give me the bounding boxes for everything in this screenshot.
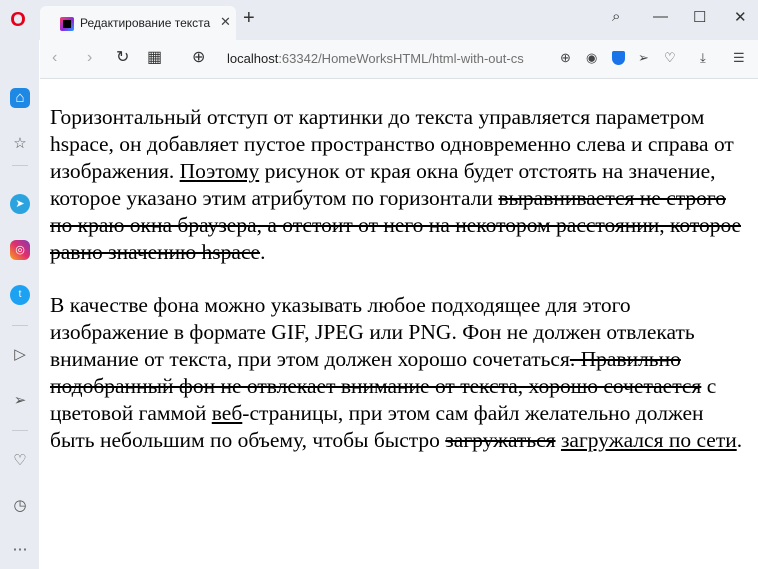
- downloads-icon[interactable]: ⤓: [700, 50, 706, 66]
- p1-text-3: .: [260, 240, 266, 264]
- my-flow-icon[interactable]: ➢: [10, 391, 30, 411]
- new-tab-button[interactable]: +: [243, 8, 255, 28]
- p2-text-5: .: [736, 428, 743, 452]
- sidebar-divider: [12, 325, 28, 326]
- p2-underlined-2: загружался по сети: [560, 428, 737, 452]
- url-host: localhost: [227, 51, 279, 66]
- p1-underlined-1: Поэтому: [179, 159, 260, 183]
- sidebar-divider: [12, 165, 28, 166]
- pinboard-heart-icon[interactable]: ♡: [10, 451, 30, 471]
- zoom-icon[interactable]: ⊕: [560, 50, 571, 66]
- tab-strip: O Редактирование текста ✕ + ⌕ — ☐ ✕: [0, 0, 758, 40]
- forward-icon[interactable]: ›: [87, 49, 92, 67]
- back-icon[interactable]: ‹: [52, 49, 57, 67]
- p2-strikethrough-2: загружаться: [445, 428, 556, 452]
- bookmarks-icon[interactable]: ☆: [10, 134, 30, 154]
- paragraph-1: Горизонтальный отступ от картинки до тек…: [50, 104, 750, 266]
- vpn-shield-icon[interactable]: [612, 51, 625, 65]
- player-icon[interactable]: ▷: [10, 345, 30, 365]
- page-content: Горизонтальный отступ от картинки до тек…: [50, 104, 750, 480]
- p2-underlined-1: веб: [211, 401, 243, 425]
- telegram-icon[interactable]: ➤: [10, 194, 30, 214]
- url-path: :63342/HomeWorksHTML/html-with-out-cs: [278, 51, 524, 66]
- history-icon[interactable]: ◷: [10, 496, 30, 516]
- sidebar: ⌂ ☆ ➤ ◎ t ▷ ➢ ♡ ◷ ⋯: [0, 40, 39, 569]
- favicon-icon: [60, 17, 74, 31]
- tab-close-icon[interactable]: ✕: [220, 14, 231, 30]
- url-field[interactable]: localhost:63342/HomeWorksHTML/html-with-…: [227, 51, 551, 66]
- browser-tab[interactable]: Редактирование текста ✕: [40, 6, 236, 40]
- maximize-icon[interactable]: ☐: [693, 8, 706, 26]
- address-bar: ‹ › ↻ ▦ ⊕ localhost:63342/HomeWorksHTML/…: [40, 40, 758, 79]
- reload-icon[interactable]: ↻: [116, 49, 129, 67]
- tab-title: Редактирование текста: [80, 16, 211, 30]
- favorites-heart-icon[interactable]: ♡: [664, 50, 676, 66]
- more-icon[interactable]: ⋯: [10, 540, 30, 560]
- speed-dial-icon[interactable]: ▦: [147, 49, 162, 67]
- close-window-icon[interactable]: ✕: [734, 8, 747, 26]
- home-icon[interactable]: ⌂: [10, 88, 30, 108]
- minimize-icon[interactable]: —: [653, 8, 668, 25]
- opera-menu-icon[interactable]: O: [8, 10, 28, 30]
- easy-setup-icon[interactable]: ☰: [733, 50, 745, 66]
- sidebar-divider: [12, 430, 28, 431]
- instagram-icon[interactable]: ◎: [10, 240, 30, 260]
- globe-icon: ⊕: [192, 49, 206, 66]
- send-icon[interactable]: ➢: [638, 50, 649, 66]
- paragraph-2: В качестве фона можно указывать любое по…: [50, 292, 750, 454]
- search-tabs-icon[interactable]: ⌕: [612, 8, 620, 25]
- twitter-icon[interactable]: t: [10, 285, 30, 305]
- snapshot-icon[interactable]: ◉: [586, 50, 597, 66]
